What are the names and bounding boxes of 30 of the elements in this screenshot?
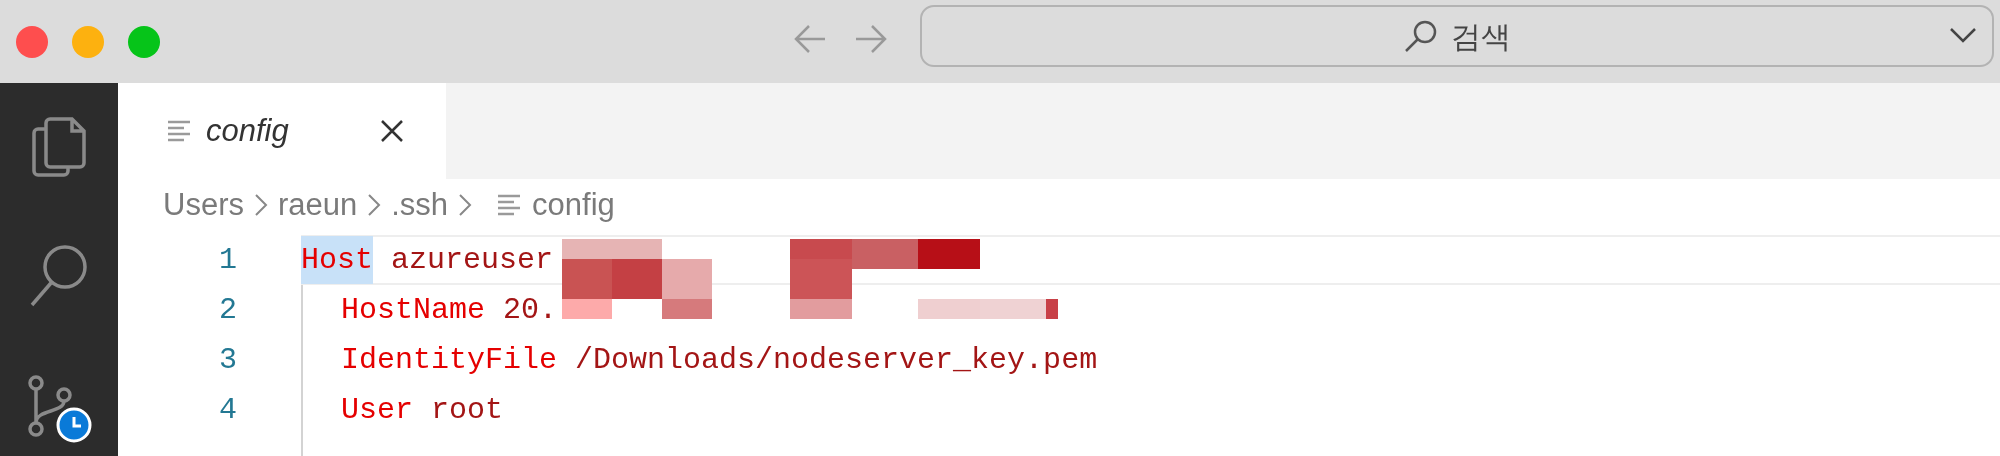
search-icon [1403,18,1439,54]
line-number: 1 [218,241,237,279]
chevron-right-icon [253,193,268,217]
chevron-right-icon [367,193,382,217]
breadcrumb-item[interactable]: config [532,181,615,229]
code-keyword: User [341,391,413,429]
code-value: 20. [503,291,558,329]
search-placeholder: 검색 [1451,18,1511,55]
code-value: /Downloads/nodeserver_key.pem [575,341,1098,379]
code-keyword: IdentityFile [341,341,558,379]
file-lines-icon [166,119,192,143]
search-icon[interactable] [29,243,89,309]
breadcrumb-item[interactable]: .ssh [391,181,449,229]
code-value: root [431,391,504,429]
line-number: 2 [218,291,237,329]
chevron-right-icon [458,193,473,217]
code-value: azureuser [391,241,554,279]
code-keyword: Host [301,236,373,284]
line-number: 3 [218,341,237,379]
line-number: 4 [218,391,237,429]
chevron-down-icon[interactable] [1948,25,1978,45]
close-icon[interactable] [380,119,404,143]
file-lines-icon [496,193,523,217]
code-keyword: HostName [341,291,486,329]
editor-tab[interactable]: config [118,83,446,179]
breadcrumb-item[interactable]: Users [163,181,244,229]
files-icon[interactable] [30,115,88,179]
breadcrumb-item[interactable]: raeun [277,181,358,229]
close-window-button[interactable] [16,25,48,58]
search-field[interactable]: 검색 [920,5,1994,67]
